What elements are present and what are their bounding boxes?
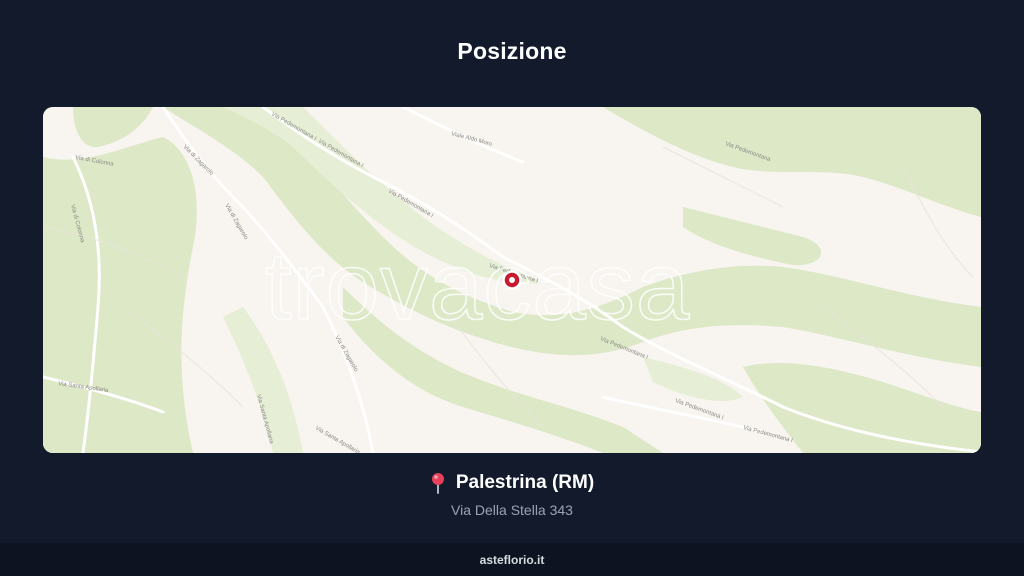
address-text: Via Della Stella 343 [451,502,573,518]
watermark-logo: trovacasa [265,233,690,340]
location-info: Palestrina (RM) Via Della Stella 343 [0,472,1024,518]
city-line: Palestrina (RM) [0,472,1024,494]
city-name: Palestrina (RM) [455,472,595,493]
page-title: Posizione [457,38,567,64]
marker-dot [509,277,515,283]
map-view[interactable]: Via Pedemontana I Via Pedemontana I Via … [43,107,981,453]
map-pin-icon [430,472,446,494]
location-marker[interactable] [502,270,522,290]
footer-site[interactable]: asteflorio.it [480,553,545,567]
footer: asteflorio.it [0,543,1024,576]
map-canvas: Via Pedemontana I Via Pedemontana I Via … [43,107,981,453]
